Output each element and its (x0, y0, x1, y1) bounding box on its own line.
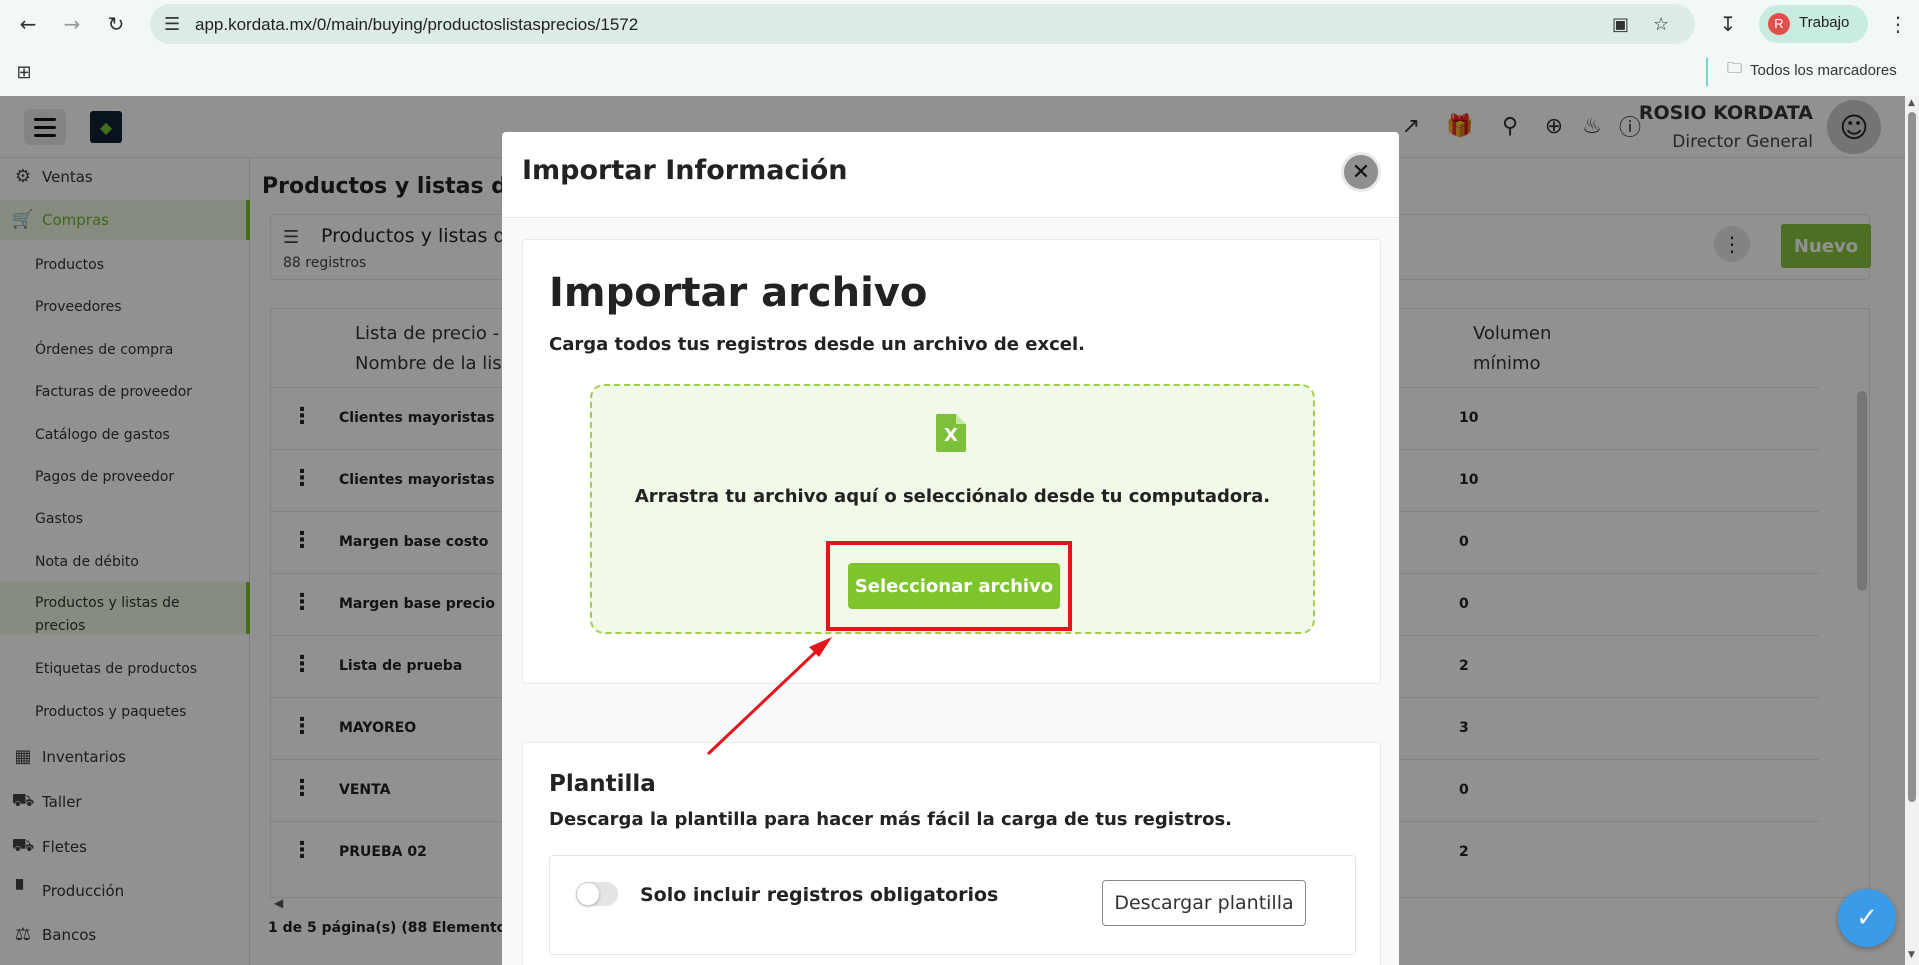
page-scrollbar[interactable]: ▲ ▼ (1905, 96, 1919, 965)
all-bookmarks[interactable]: 🗀 Todos los marcadores (1727, 58, 1897, 83)
close-icon[interactable]: ✕ (1341, 152, 1381, 192)
install-app-icon[interactable]: ▣ (1612, 14, 1629, 35)
url-text: app.kordata.mx/0/main/buying/productosli… (195, 15, 639, 34)
required-only-toggle[interactable] (576, 882, 618, 906)
dropzone-text: Arrastra tu archivo aquí o selecciónalo … (634, 486, 1271, 507)
import-description: Carga todos tus registros desde un archi… (549, 334, 1085, 355)
bookmarks-divider (1706, 58, 1708, 86)
menu-dots-icon[interactable]: ⋮ (1884, 10, 1912, 38)
folder-icon: 🗀 (1727, 60, 1743, 77)
import-title: Importar archivo (549, 270, 928, 316)
modal-title: Importar Información (522, 155, 848, 186)
download-template-button[interactable]: Descargar plantilla (1102, 880, 1306, 926)
chat-support-icon[interactable]: ✓ (1838, 889, 1896, 947)
back-icon[interactable]: ← (14, 10, 42, 38)
template-title: Plantilla (549, 771, 656, 797)
bookmarks-label: Todos los marcadores (1750, 62, 1897, 79)
template-options: Solo incluir registros obligatorios Desc… (549, 855, 1356, 955)
forward-icon[interactable]: → (58, 10, 86, 38)
profile-avatar: R (1768, 13, 1790, 35)
apps-grid-icon[interactable]: ⊞ (10, 58, 38, 86)
template-description: Descarga la plantilla para hacer más fác… (549, 809, 1233, 830)
downloads-icon[interactable]: ↧ (1714, 10, 1742, 38)
highlight-annotation (826, 541, 1072, 631)
required-only-label: Solo incluir registros obligatorios (640, 884, 999, 906)
bookmarks-bar: ⊞ 🗀 Todos los marcadores (0, 48, 1919, 96)
profile-label: Trabajo (1799, 14, 1850, 31)
excel-file-icon: X (936, 414, 966, 452)
scroll-down-icon[interactable]: ▼ (1908, 950, 1915, 960)
browser-toolbar: ← → ↻ ☰ app.kordata.mx/0/main/buying/pro… (0, 0, 1919, 48)
reload-icon[interactable]: ↻ (102, 10, 130, 38)
site-settings-icon[interactable]: ☰ (164, 14, 180, 35)
scroll-up-icon[interactable]: ▲ (1908, 98, 1915, 108)
profile-button[interactable]: R Trabajo (1759, 5, 1868, 43)
bookmark-star-icon[interactable]: ☆ (1653, 14, 1669, 35)
scrollbar-thumb[interactable] (1908, 112, 1916, 802)
browser-chrome: ← → ↻ ☰ app.kordata.mx/0/main/buying/pro… (0, 0, 1919, 96)
modal-header: Importar Información ✕ (502, 132, 1399, 218)
address-bar[interactable]: ☰ app.kordata.mx/0/main/buying/productos… (150, 4, 1695, 44)
template-card: Plantilla Descarga la plantilla para hac… (522, 742, 1381, 965)
toggle-knob (576, 882, 600, 906)
